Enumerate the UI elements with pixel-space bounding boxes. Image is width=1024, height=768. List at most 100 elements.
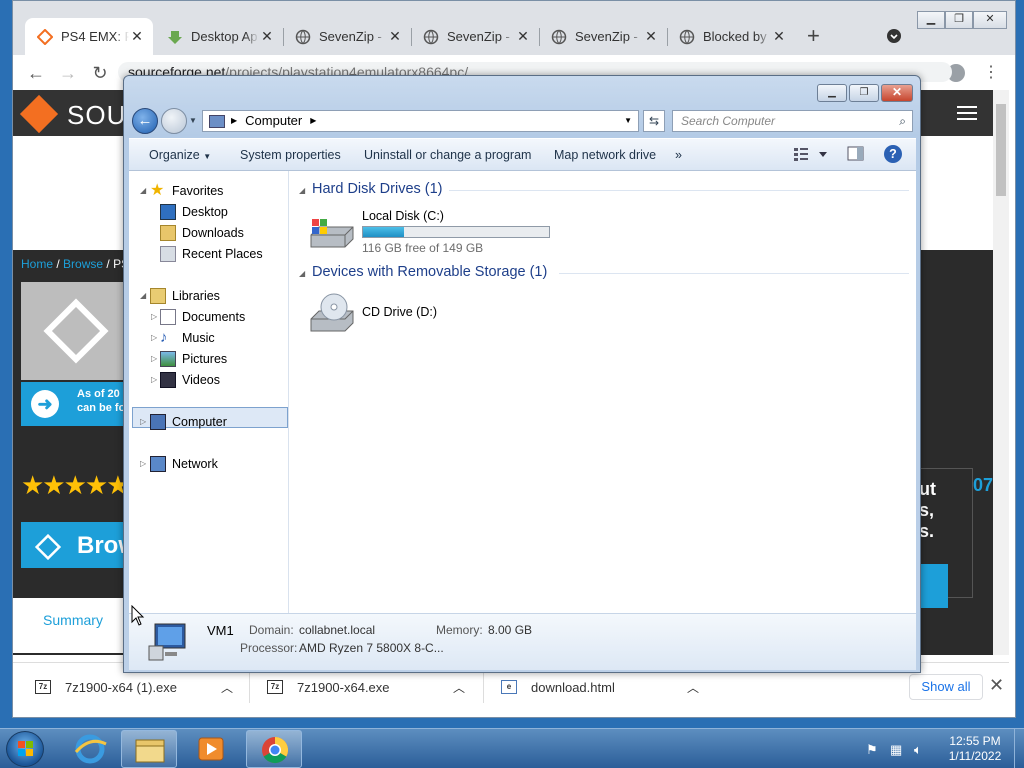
tab-ps4-emx[interactable]: PS4 EMX: Pl ✕ <box>25 18 153 55</box>
tab-search-button[interactable] <box>887 29 901 43</box>
expand-arrow-icon[interactable]: ▷ <box>140 459 146 468</box>
close-icon[interactable]: ✕ <box>387 28 403 45</box>
refresh-icon[interactable]: ⇆ <box>643 110 665 132</box>
chevron-up-icon[interactable]: ︿ <box>687 679 699 696</box>
back-arrow-icon[interactable]: ← <box>25 62 47 84</box>
chevron-up-icon[interactable]: ︿ <box>221 679 233 696</box>
local-disk-name[interactable]: Local Disk (C:) <box>362 209 444 223</box>
chevron-up-icon[interactable]: ︿ <box>453 679 465 696</box>
nav-item-pictures[interactable]: Pictures <box>160 351 227 367</box>
hamburger-menu-icon[interactable] <box>957 106 977 120</box>
expand-arrow-icon[interactable]: ◢ <box>140 291 146 300</box>
minimize-button[interactable]: ▁ <box>917 11 945 29</box>
tab-summary[interactable]: Summary <box>13 598 133 653</box>
nav-item-recent-places[interactable]: Recent Places <box>160 246 263 262</box>
preview-pane-icon[interactable] <box>847 145 865 166</box>
file-explorer-taskbar-button[interactable] <box>121 730 177 768</box>
maximize-button[interactable]: ❐ <box>945 11 973 29</box>
group-header-hard-disks[interactable]: Hard Disk Drives (1) <box>312 181 443 197</box>
expand-arrow-icon[interactable]: ◢ <box>140 186 146 195</box>
taskbar: ⚑ ▦ 🔈︎ 12:55 PM 1/11/2022 <box>0 728 1024 768</box>
system-clock[interactable]: 12:55 PM 1/11/2022 <box>940 734 1010 764</box>
network-icon <box>150 456 166 472</box>
more-commands-button[interactable]: » <box>675 148 682 162</box>
breadcrumb-arrow-icon[interactable]: ▶ <box>310 111 316 131</box>
close-icon[interactable]: ✕ <box>129 28 145 45</box>
group-header-removable[interactable]: Devices with Removable Storage (1) <box>312 264 547 280</box>
internet-explorer-icon[interactable] <box>62 730 118 768</box>
uninstall-program-button[interactable]: Uninstall or change a program <box>364 148 531 162</box>
tab-sevenzip-3[interactable]: SevenZip - ✕ <box>539 18 667 55</box>
tab-desktop-apps[interactable]: Desktop Ap ✕ <box>155 18 283 55</box>
address-dropdown-icon[interactable]: ▼ <box>624 111 632 131</box>
nav-item-desktop[interactable]: Desktop <box>160 204 228 220</box>
tab-title: SevenZip - <box>447 29 510 44</box>
map-network-drive-button[interactable]: Map network drive <box>554 148 656 162</box>
close-icon[interactable]: ✕ <box>989 675 1004 696</box>
more-menu-icon[interactable]: ⋮ <box>983 62 999 82</box>
minimize-button[interactable]: ▁ <box>817 84 847 102</box>
disk-usage-bar <box>362 226 550 238</box>
scrollbar-thumb[interactable] <box>996 104 1006 196</box>
expand-arrow-icon[interactable]: ▷ <box>151 333 157 342</box>
organize-menu[interactable]: Organize ▼ <box>149 148 211 162</box>
tab-blocked[interactable]: Blocked by ✕ <box>667 18 795 55</box>
nav-item-downloads[interactable]: Downloads <box>160 225 244 241</box>
nav-item-computer[interactable]: Computer <box>150 414 227 430</box>
recent-pages-dropdown[interactable]: ▼ <box>189 116 197 125</box>
promo-button[interactable] <box>918 564 948 608</box>
expand-arrow-icon[interactable]: ▷ <box>151 312 157 321</box>
expand-arrow-icon[interactable]: ▷ <box>151 354 157 363</box>
action-center-flag-icon[interactable]: ⚑ <box>866 742 878 758</box>
nav-item-libraries[interactable]: Libraries <box>150 288 220 304</box>
show-desktop-button[interactable] <box>1014 729 1024 768</box>
tab-sevenzip-2[interactable]: SevenZip - ✕ <box>411 18 539 55</box>
volume-icon[interactable]: 🔈︎ <box>914 742 922 758</box>
clock-date: 1/11/2022 <box>948 749 1002 763</box>
system-properties-button[interactable]: System properties <box>240 148 341 162</box>
show-all-button[interactable]: Show all <box>909 674 983 700</box>
search-icon[interactable]: ⌕ <box>899 111 906 131</box>
new-tab-button[interactable]: + <box>807 25 820 47</box>
expand-arrow-icon[interactable]: ▷ <box>151 375 157 384</box>
nav-item-network[interactable]: Network <box>150 456 218 472</box>
explorer-content: ◢ ★ Favorites Desktop Downloads Recent Pl… <box>129 171 916 613</box>
help-icon[interactable]: ? <box>884 145 902 163</box>
star-icon: ★ <box>150 182 165 199</box>
collapse-group-icon[interactable]: ◢ <box>299 186 305 195</box>
start-button[interactable] <box>6 731 44 767</box>
cd-drive-name[interactable]: CD Drive (D:) <box>362 305 437 319</box>
tab-sevenzip-1[interactable]: SevenZip - ✕ <box>283 18 411 55</box>
nav-item-music[interactable]: ♪ Music <box>160 330 215 346</box>
maximize-button[interactable]: ❐ <box>849 84 879 102</box>
nav-item-videos[interactable]: Videos <box>160 372 220 388</box>
close-icon[interactable]: ✕ <box>515 28 531 45</box>
expand-arrow-icon[interactable]: ▷ <box>140 417 146 426</box>
close-icon[interactable]: ✕ <box>259 28 275 45</box>
promo-line: ut <box>919 479 936 499</box>
close-window-button[interactable]: ✕ <box>881 84 913 102</box>
collapse-group-icon[interactable]: ◢ <box>299 269 305 278</box>
back-arrow-icon[interactable]: ← <box>132 108 158 134</box>
network-tray-icon[interactable]: ▦ <box>890 742 902 758</box>
tab-title: Blocked by <box>703 29 767 44</box>
chrome-taskbar-button[interactable] <box>246 730 302 768</box>
breadcrumb-browse[interactable]: Browse <box>63 257 103 271</box>
reload-icon[interactable]: ↻ <box>89 62 111 84</box>
cd-drive-icon[interactable] <box>307 291 357 335</box>
breadcrumb-arrow-icon[interactable]: ▶ <box>231 111 237 131</box>
media-player-icon[interactable] <box>183 730 239 768</box>
search-input[interactable]: Search Computer ⌕ <box>672 110 913 132</box>
sourceforge-icon <box>36 28 54 45</box>
forward-arrow-icon[interactable]: → <box>57 62 79 84</box>
close-icon[interactable]: ✕ <box>643 28 659 45</box>
breadcrumb-home[interactable]: Home <box>21 257 53 271</box>
close-window-button[interactable]: ✕ <box>973 11 1007 29</box>
local-disk-icon[interactable] <box>307 213 357 253</box>
nav-item-favorites[interactable]: ★ Favorites <box>150 183 223 199</box>
address-bar[interactable]: ▶ Computer ▶ ▼ <box>202 110 639 132</box>
nav-item-documents[interactable]: Documents <box>160 309 245 325</box>
view-options-icon[interactable] <box>793 145 829 166</box>
forward-arrow-icon[interactable] <box>161 108 187 134</box>
close-icon[interactable]: ✕ <box>771 28 787 45</box>
